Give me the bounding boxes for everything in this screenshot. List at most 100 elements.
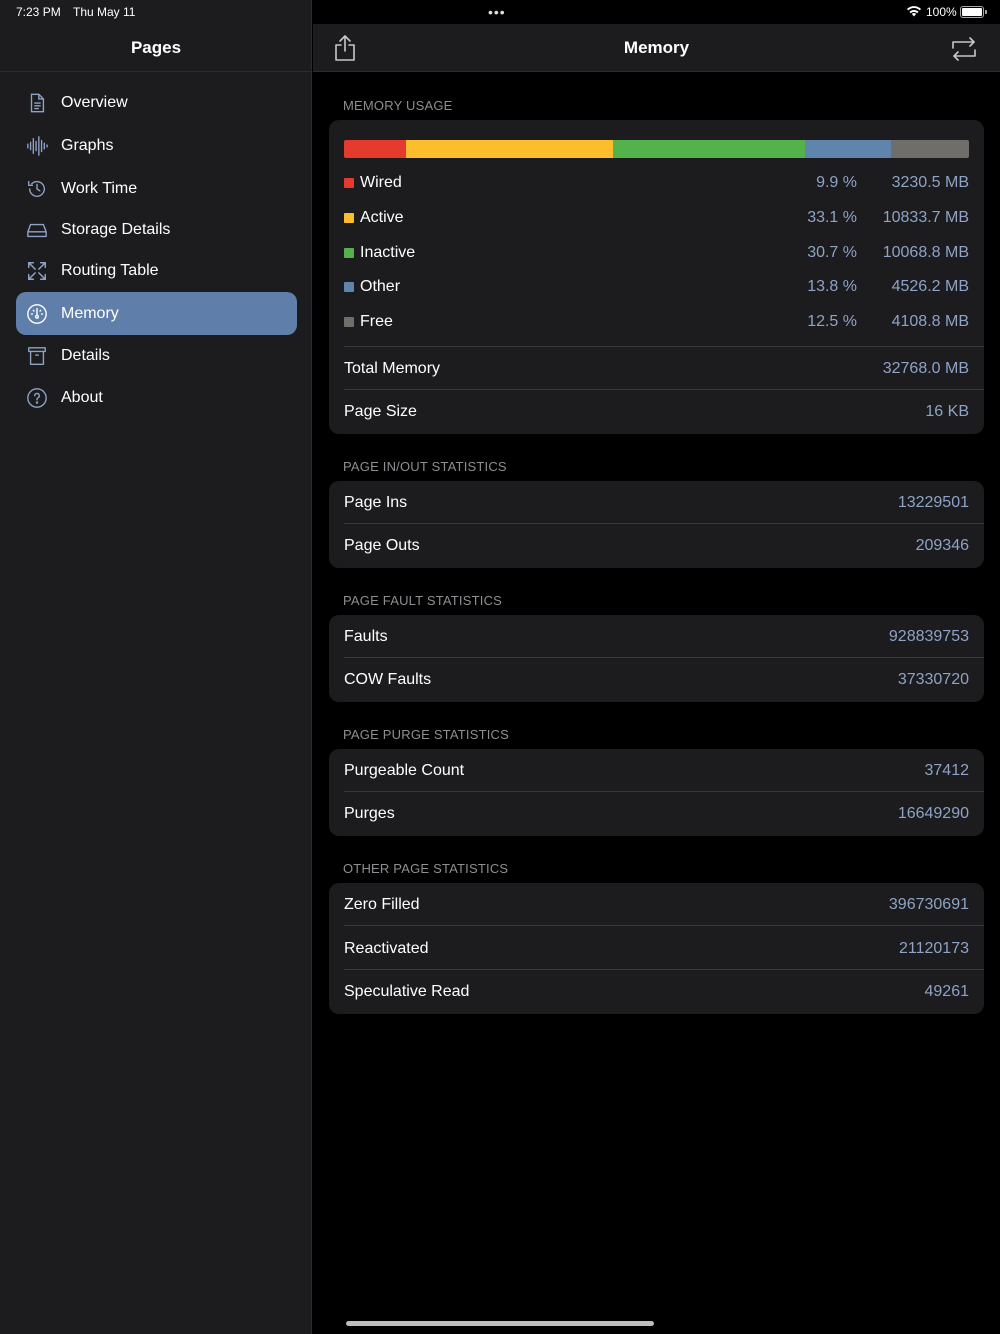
row-label: Purgeable Count — [344, 761, 465, 779]
multitasking-dots-icon[interactable]: ••• — [488, 4, 506, 20]
row-value: 13229501 — [897, 493, 969, 511]
legend-row-active: Active 33.1 % 10833.7 MB — [329, 201, 984, 235]
section-header-memory-usage: MEMORY USAGE — [343, 98, 453, 113]
legend-row-wired: Wired 9.9 % 3230.5 MB — [329, 166, 984, 200]
sidebar-item-details[interactable]: Details — [16, 334, 297, 377]
sidebar-item-work-time[interactable]: Work Time — [16, 167, 297, 210]
drive-icon — [25, 218, 49, 242]
row-label: Reactivated — [344, 939, 429, 957]
page-fault-card: Faults 928839753 COW Faults 37330720 — [329, 615, 984, 702]
legend-row-free: Free 12.5 % 4108.8 MB — [329, 305, 984, 339]
zero-filled-row: Zero Filled 396730691 — [329, 883, 984, 926]
sidebar: Pages Overview Graphs Work Time Storage … — [0, 0, 312, 1334]
legend-swatch — [344, 213, 354, 223]
legend-name: Wired — [360, 174, 402, 191]
sidebar-title: Pages — [0, 24, 312, 72]
legend-percent: 30.7 % — [807, 244, 857, 261]
swap-arrows-icon[interactable] — [950, 36, 978, 62]
row-value: 49261 — [924, 982, 970, 1000]
wifi-icon — [906, 5, 922, 17]
row-label: Page Size — [344, 402, 417, 420]
clock-history-icon — [25, 177, 49, 201]
page-outs-row: Page Outs 209346 — [329, 524, 984, 567]
nav-bar: Memory — [313, 24, 1000, 72]
sidebar-item-storage-details[interactable]: Storage Details — [16, 208, 297, 251]
row-value: 21120173 — [899, 939, 969, 957]
legend-percent: 12.5 % — [807, 313, 857, 330]
legend-size: 4526.2 MB — [891, 278, 969, 295]
legend-percent: 9.9 % — [816, 174, 857, 191]
sidebar-item-label: Work Time — [61, 179, 138, 197]
page-title: Memory — [623, 38, 690, 57]
page-ins-row: Page Ins 13229501 — [329, 481, 984, 524]
question-circle-icon — [25, 386, 49, 410]
cow-faults-row: COW Faults 37330720 — [329, 658, 984, 701]
sidebar-item-label: Overview — [61, 93, 128, 111]
page-size-row: Page Size 16 KB — [329, 390, 984, 433]
sidebar-item-label: About — [61, 388, 103, 406]
sidebar-item-graphs[interactable]: Graphs — [16, 124, 297, 167]
sidebar-item-memory[interactable]: Memory — [16, 292, 297, 335]
row-value: 16 KB — [925, 402, 969, 420]
sidebar-item-label: Storage Details — [61, 220, 171, 238]
battery-icon — [960, 6, 987, 18]
gauge-icon — [25, 302, 49, 326]
legend-swatch — [344, 248, 354, 258]
sidebar-item-routing-table[interactable]: Routing Table — [16, 249, 297, 292]
row-label: Purges — [344, 804, 395, 822]
legend-name: Active — [360, 209, 404, 226]
sidebar-item-label: Memory — [61, 304, 119, 322]
row-value: 396730691 — [888, 895, 969, 913]
other-page-card: Zero Filled 396730691 Reactivated 211201… — [329, 883, 984, 1014]
purges-row: Purges 16649290 — [329, 792, 984, 835]
row-label: Page Ins — [344, 493, 408, 511]
legend-name: Inactive — [360, 244, 416, 261]
legend-size: 10068.8 MB — [882, 244, 969, 261]
reactivated-row: Reactivated 21120173 — [329, 927, 984, 970]
row-value: 37412 — [924, 761, 970, 779]
row-label: Total Memory — [344, 359, 441, 377]
memory-usage-bar — [344, 140, 969, 158]
row-label: COW Faults — [344, 670, 432, 688]
legend-row-other: Other 13.8 % 4526.2 MB — [329, 270, 984, 304]
legend-name: Other — [360, 278, 401, 295]
page-purge-card: Purgeable Count 37412 Purges 16649290 — [329, 749, 984, 836]
legend-swatch — [344, 178, 354, 188]
arrows-expand-icon — [25, 259, 49, 283]
memory-usage-card: Wired 9.9 % 3230.5 MB Active 33.1 % 1083… — [329, 120, 984, 434]
row-label: Speculative Read — [344, 982, 470, 1000]
legend-swatch — [344, 317, 354, 327]
document-icon — [25, 91, 49, 115]
row-value: 209346 — [915, 536, 969, 554]
section-header-page-purge: PAGE PURGE STATISTICS — [343, 727, 510, 742]
row-value: 37330720 — [897, 670, 969, 688]
legend-percent: 33.1 % — [807, 209, 857, 226]
legend-swatch — [344, 282, 354, 292]
purgeable-count-row: Purgeable Count 37412 — [329, 749, 984, 792]
status-time: 7:23 PM — [16, 5, 61, 19]
home-indicator[interactable] — [346, 1321, 654, 1326]
memory-bar-segment-free — [890, 140, 969, 158]
memory-bar-segment-other — [804, 140, 891, 158]
legend-size: 10833.7 MB — [882, 209, 969, 226]
sidebar-item-label: Routing Table — [61, 261, 159, 279]
row-value: 32768.0 MB — [882, 359, 969, 377]
legend-percent: 13.8 % — [807, 278, 857, 295]
legend-size: 4108.8 MB — [891, 313, 969, 330]
speculative-read-row: Speculative Read 49261 — [329, 970, 984, 1013]
battery-percent: 100% — [926, 5, 957, 19]
sidebar-item-label: Details — [61, 346, 110, 364]
section-header-page-inout: PAGE IN/OUT STATISTICS — [343, 459, 507, 474]
row-value: 928839753 — [888, 627, 969, 645]
main-pane: Memory MEMORY USAGE Wired 9.9 % 3230.5 M… — [313, 0, 1000, 1334]
sidebar-item-about[interactable]: About — [16, 376, 297, 419]
sidebar-item-label: Graphs — [61, 136, 114, 154]
row-label: Faults — [344, 627, 388, 645]
archive-box-icon — [25, 344, 49, 368]
row-label: Page Outs — [344, 536, 420, 554]
legend-size: 3230.5 MB — [891, 174, 969, 191]
page-inout-card: Page Ins 13229501 Page Outs 209346 — [329, 481, 984, 568]
waveform-icon — [25, 134, 49, 158]
sidebar-item-overview[interactable]: Overview — [16, 81, 297, 124]
legend-name: Free — [360, 313, 393, 330]
